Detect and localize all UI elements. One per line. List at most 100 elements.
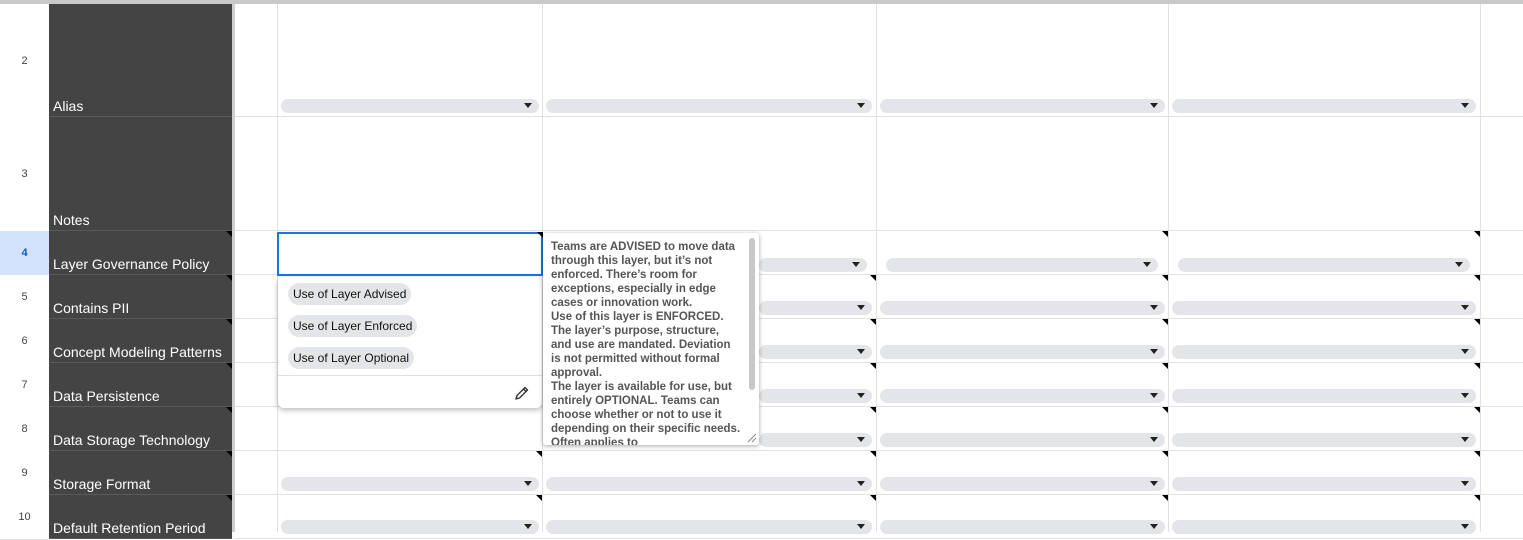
dropdown-arrow-icon [1150, 524, 1158, 529]
row-number[interactable]: 4 [0, 231, 49, 276]
dropdown-menu: Use of Layer Advised Use of Layer Enforc… [278, 277, 542, 408]
dropdown-chip[interactable] [759, 258, 867, 272]
dropdown-chip[interactable] [880, 433, 1165, 447]
dropdown-chip[interactable] [546, 99, 872, 113]
dropdown-arrow-icon [1461, 349, 1469, 354]
dropdown-chip[interactable] [880, 99, 1165, 113]
selected-cell-layer-governance-policy[interactable] [277, 232, 543, 276]
dropdown-arrow-icon [1461, 103, 1469, 108]
row-gridline [235, 538, 1523, 539]
dropdown-arrow-icon [1461, 393, 1469, 398]
dropdown-arrow-icon [1461, 481, 1469, 486]
dropdown-chip[interactable] [1172, 99, 1476, 113]
row-label-cell[interactable]: Default Retention Period [49, 495, 232, 539]
note-indicator-icon [870, 363, 876, 369]
pencil-icon[interactable] [514, 385, 530, 401]
dropdown-chip[interactable] [1172, 433, 1476, 447]
dropdown-chip[interactable] [281, 477, 539, 491]
dropdown-arrow-icon [857, 393, 865, 398]
note-paragraph-enforced: Use of this layer is ENFORCED. The layer… [551, 311, 731, 379]
row-label-cell[interactable]: Data Storage Technology [49, 407, 232, 451]
note-indicator-icon [1162, 407, 1168, 413]
row-gridline [235, 230, 1523, 231]
note-indicator-icon [1474, 275, 1480, 281]
dropdown-arrow-icon [1455, 262, 1463, 267]
note-indicator-icon [870, 319, 876, 325]
column-gridline [1168, 4, 1169, 532]
dropdown-arrow-icon [1150, 393, 1158, 398]
dropdown-chip[interactable] [1172, 301, 1476, 315]
dropdown-chip[interactable] [1178, 258, 1470, 272]
note-scrollbar[interactable] [749, 238, 755, 390]
row-number[interactable]: 7 [0, 363, 49, 408]
row-number[interactable]: 2 [0, 4, 49, 118]
dropdown-arrow-icon [857, 437, 865, 442]
row-number[interactable]: 8 [0, 407, 49, 452]
note-indicator-icon [870, 451, 876, 457]
note-indicator-icon [1474, 319, 1480, 325]
dropdown-chip[interactable] [281, 99, 539, 113]
dropdown-chip[interactable] [1172, 477, 1476, 491]
dropdown-divider [278, 375, 542, 376]
dropdown-chip[interactable] [759, 433, 872, 447]
note-indicator-icon [1162, 319, 1168, 325]
dropdown-arrow-icon [524, 103, 532, 108]
row-label-text: Default Retention Period [53, 520, 206, 536]
row-label-cell[interactable]: Alias [49, 4, 232, 117]
note-indicator-icon [1162, 495, 1168, 501]
dropdown-arrow-icon [1150, 349, 1158, 354]
dropdown-chip[interactable] [759, 301, 872, 315]
resize-handle-icon[interactable] [745, 431, 757, 443]
dropdown-arrow-icon [857, 103, 865, 108]
row-number[interactable]: 6 [0, 319, 49, 364]
dropdown-arrow-icon [857, 524, 865, 529]
dropdown-arrow-icon [1461, 524, 1469, 529]
option-use-of-layer-enforced[interactable]: Use of Layer Enforced [288, 315, 418, 337]
row-number[interactable]: 5 [0, 275, 49, 320]
dropdown-chip[interactable] [880, 477, 1165, 491]
row-label-text: Contains PII [53, 300, 130, 316]
dropdown-chip[interactable] [759, 389, 872, 403]
dropdown-chip[interactable] [546, 477, 872, 491]
cell-note-tooltip: Teams are ADVISED to move data through t… [543, 233, 759, 445]
row-label-cell[interactable]: Concept Modeling Patterns [49, 319, 232, 363]
dropdown-arrow-icon [1461, 437, 1469, 442]
note-indicator-icon [1162, 275, 1168, 281]
dropdown-arrow-icon [857, 481, 865, 486]
row-number[interactable]: 9 [0, 451, 49, 496]
frozen-column-divider[interactable] [232, 4, 235, 532]
option-use-of-layer-optional[interactable]: Use of Layer Optional [288, 347, 415, 369]
dropdown-chip[interactable] [880, 389, 1165, 403]
note-indicator-icon [870, 407, 876, 413]
row-label-text: Storage Format [53, 476, 151, 492]
row-number[interactable]: 3 [0, 117, 49, 232]
note-indicator-icon [1162, 231, 1168, 237]
row-label-cell[interactable]: Storage Format [49, 451, 232, 495]
row-label-text: Concept Modeling Patterns [53, 344, 222, 360]
row-label-cell[interactable]: Data Persistence [49, 363, 232, 407]
dropdown-arrow-icon [852, 262, 860, 267]
row-label-cell[interactable]: Notes [49, 117, 232, 231]
note-indicator-icon [1474, 363, 1480, 369]
note-indicator-icon [536, 495, 542, 501]
dropdown-chip[interactable] [759, 345, 872, 359]
dropdown-arrow-icon [1150, 305, 1158, 310]
row-gridline [235, 494, 1523, 495]
dropdown-arrow-icon [1461, 305, 1469, 310]
row-label-cell[interactable]: Layer Governance Policy [49, 231, 232, 275]
note-paragraph-optional: The layer is available for use, but enti… [551, 381, 741, 445]
dropdown-chip[interactable] [886, 258, 1158, 272]
dropdown-chip[interactable] [1172, 389, 1476, 403]
row-number[interactable]: 10 [0, 495, 49, 540]
note-indicator-icon [1474, 231, 1480, 237]
note-indicator-icon [870, 495, 876, 501]
note-indicator-icon [1162, 451, 1168, 457]
row-label-cell[interactable]: Contains PII [49, 275, 232, 319]
note-indicator-icon [1474, 407, 1480, 413]
note-indicator-icon [536, 451, 542, 457]
column-gridline [1480, 4, 1481, 532]
option-use-of-layer-advised[interactable]: Use of Layer Advised [288, 283, 412, 305]
dropdown-chip[interactable] [880, 301, 1165, 315]
dropdown-chip[interactable] [1172, 345, 1476, 359]
dropdown-chip[interactable] [880, 345, 1165, 359]
